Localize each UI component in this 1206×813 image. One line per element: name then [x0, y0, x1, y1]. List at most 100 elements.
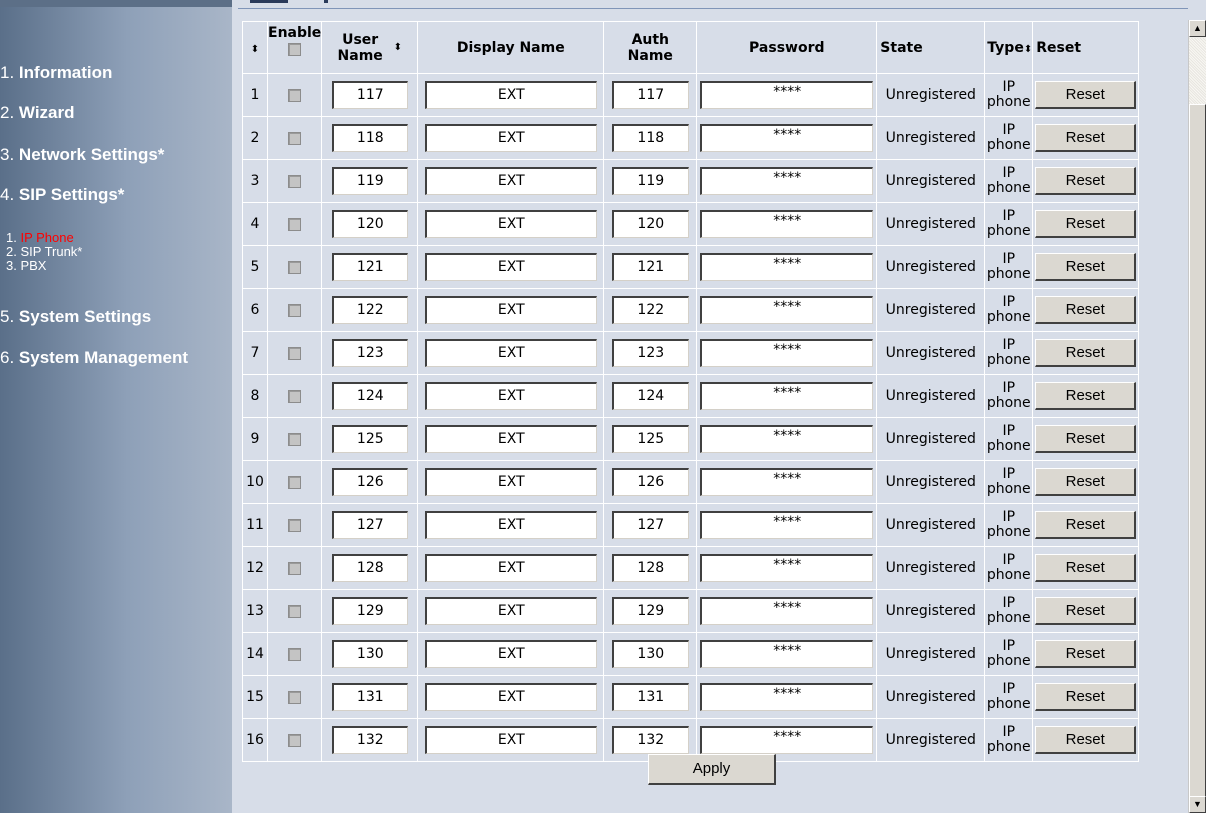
scroll-down-arrow-icon[interactable]: ▼ — [1189, 796, 1206, 813]
auth-name-input[interactable]: 125 — [611, 425, 689, 453]
reset-button[interactable]: Reset — [1035, 210, 1137, 238]
reset-button[interactable]: Reset — [1035, 296, 1137, 324]
display-name-input[interactable]: EXT — [424, 726, 597, 754]
user-name-input[interactable]: 121 — [331, 253, 408, 281]
display-name-input[interactable]: EXT — [424, 167, 597, 195]
user-name-input[interactable]: 131 — [331, 683, 408, 711]
reset-button[interactable]: Reset — [1035, 425, 1137, 453]
sort-arrows-icon[interactable]: ⬍ — [394, 42, 402, 53]
reset-button[interactable]: Reset — [1035, 339, 1137, 367]
reset-button[interactable]: Reset — [1035, 683, 1137, 711]
user-name-input[interactable]: 120 — [331, 210, 408, 238]
user-name-input[interactable]: 118 — [331, 124, 408, 152]
auth-name-input[interactable]: 127 — [611, 511, 689, 539]
reset-button[interactable]: Reset — [1035, 81, 1137, 109]
reset-button[interactable]: Reset — [1035, 253, 1137, 281]
sidebar-item-system-management[interactable]: 6. System Management — [0, 348, 188, 368]
password-input[interactable]: **** — [700, 683, 874, 711]
sidebar-item-network-settings[interactable]: 3. Network Settings* — [0, 145, 164, 165]
enable-checkbox[interactable] — [288, 390, 302, 404]
reset-button[interactable]: Reset — [1035, 640, 1137, 668]
display-name-input[interactable]: EXT — [424, 597, 597, 625]
user-name-header[interactable]: User Name ⬍ — [321, 21, 419, 74]
password-input[interactable]: **** — [700, 425, 874, 453]
sidebar-item-information[interactable]: 1. Information — [0, 63, 112, 83]
display-name-input[interactable]: EXT — [424, 339, 597, 367]
display-name-input[interactable]: EXT — [424, 210, 597, 238]
index-sort-header[interactable]: ⬍ — [242, 21, 268, 74]
display-name-input[interactable]: EXT — [424, 382, 597, 410]
enable-checkbox[interactable] — [288, 691, 302, 705]
enable-checkbox[interactable] — [288, 648, 302, 662]
auth-name-input[interactable]: 123 — [611, 339, 689, 367]
display-name-input[interactable]: EXT — [424, 124, 597, 152]
reset-button[interactable]: Reset — [1035, 124, 1137, 152]
submenu-item-ip-phone[interactable]: 1. IP Phone — [6, 231, 74, 244]
password-input[interactable]: **** — [700, 81, 874, 109]
enable-checkbox[interactable] — [288, 347, 302, 361]
vertical-scrollbar[interactable]: ▲ ▼ — [1188, 20, 1206, 813]
user-name-input[interactable]: 123 — [331, 339, 408, 367]
auth-name-input[interactable]: 130 — [611, 640, 689, 668]
user-name-input[interactable]: 127 — [331, 511, 408, 539]
password-input[interactable]: **** — [700, 554, 874, 582]
enable-checkbox[interactable] — [288, 519, 302, 533]
enable-checkbox[interactable] — [288, 261, 302, 275]
enable-checkbox[interactable] — [288, 175, 302, 189]
enable-checkbox[interactable] — [288, 218, 302, 232]
enable-checkbox[interactable] — [288, 476, 302, 490]
display-name-input[interactable]: EXT — [424, 81, 597, 109]
password-input[interactable]: **** — [700, 124, 874, 152]
auth-name-input[interactable]: 120 — [611, 210, 689, 238]
auth-name-input[interactable]: 121 — [611, 253, 689, 281]
enable-checkbox[interactable] — [288, 562, 302, 576]
type-header[interactable]: Type⬍ — [984, 21, 1034, 74]
password-input[interactable]: **** — [700, 726, 874, 754]
display-name-input[interactable]: EXT — [424, 511, 597, 539]
enable-checkbox[interactable] — [288, 605, 302, 619]
display-name-input[interactable]: EXT — [424, 683, 597, 711]
auth-name-input[interactable]: 122 — [611, 296, 689, 324]
password-input[interactable]: **** — [700, 339, 874, 367]
display-name-input[interactable]: EXT — [424, 468, 597, 496]
reset-button[interactable]: Reset — [1035, 167, 1137, 195]
submenu-item-pbx[interactable]: 3. PBX — [6, 259, 46, 272]
password-input[interactable]: **** — [700, 382, 874, 410]
reset-button[interactable]: Reset — [1035, 726, 1137, 754]
auth-name-input[interactable]: 128 — [611, 554, 689, 582]
auth-name-input[interactable]: 124 — [611, 382, 689, 410]
enable-checkbox[interactable] — [288, 433, 302, 447]
user-name-input[interactable]: 126 — [331, 468, 408, 496]
reset-button[interactable]: Reset — [1035, 511, 1137, 539]
password-input[interactable]: **** — [700, 210, 874, 238]
auth-name-input[interactable]: 131 — [611, 683, 689, 711]
auth-name-input[interactable]: 119 — [611, 167, 689, 195]
user-name-input[interactable]: 132 — [331, 726, 408, 754]
password-input[interactable]: **** — [700, 597, 874, 625]
enable-checkbox[interactable] — [288, 89, 302, 103]
user-name-input[interactable]: 124 — [331, 382, 408, 410]
reset-button[interactable]: Reset — [1035, 554, 1137, 582]
sidebar-item-system-settings[interactable]: 5. System Settings — [0, 307, 151, 327]
password-input[interactable]: **** — [700, 253, 874, 281]
scrollbar-track[interactable] — [1189, 38, 1206, 104]
display-name-input[interactable]: EXT — [424, 253, 597, 281]
reset-button[interactable]: Reset — [1035, 597, 1137, 625]
display-name-input[interactable]: EXT — [424, 425, 597, 453]
scroll-up-arrow-icon[interactable]: ▲ — [1189, 20, 1206, 37]
reset-button[interactable]: Reset — [1035, 382, 1137, 410]
auth-name-input[interactable]: 129 — [611, 597, 689, 625]
password-input[interactable]: **** — [700, 640, 874, 668]
user-name-input[interactable]: 129 — [331, 597, 408, 625]
enable-checkbox[interactable] — [288, 304, 302, 318]
submenu-item-sip-trunk[interactable]: 2. SIP Trunk* — [6, 245, 82, 258]
enable-checkbox[interactable] — [288, 132, 302, 146]
auth-name-input[interactable]: 117 — [611, 81, 689, 109]
user-name-input[interactable]: 130 — [331, 640, 408, 668]
user-name-input[interactable]: 128 — [331, 554, 408, 582]
user-name-input[interactable]: 119 — [331, 167, 408, 195]
password-input[interactable]: **** — [700, 511, 874, 539]
auth-name-input[interactable]: 118 — [611, 124, 689, 152]
password-input[interactable]: **** — [700, 468, 874, 496]
password-input[interactable]: **** — [700, 167, 874, 195]
